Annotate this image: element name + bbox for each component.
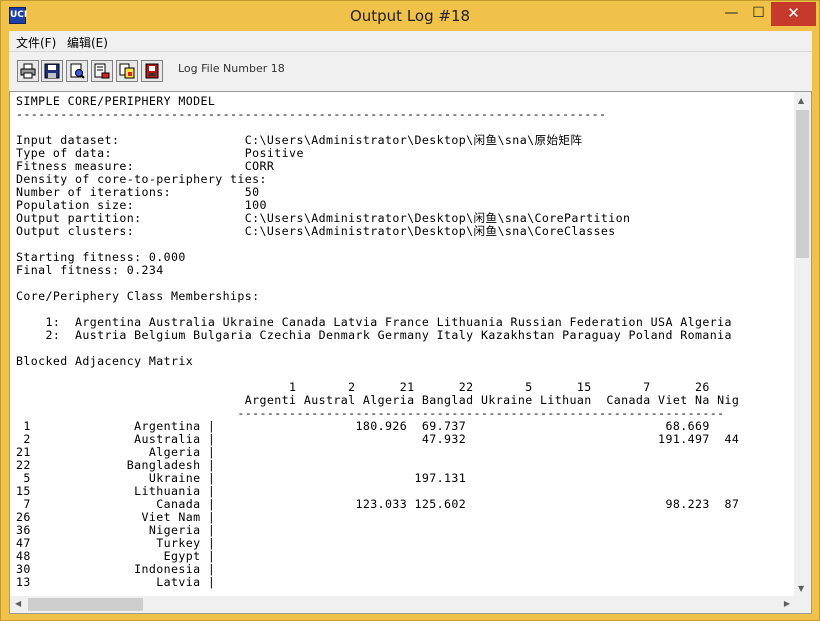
vertical-scrollbar[interactable]: ▲ ▼	[794, 92, 811, 597]
horizontal-scrollbar[interactable]: ◀ ▶	[10, 596, 795, 613]
log-file-number-label: Log File Number 18	[178, 62, 285, 75]
log-line: 2: Austria Belgium Bulgaria Czechia Denm…	[16, 328, 732, 342]
log-line: 13 Latvia |	[16, 575, 216, 589]
output-log-window: UCI Output Log #18 — ☐ ✕ 文件(F) 编辑(E) Log…	[0, 0, 820, 621]
print-button[interactable]	[17, 60, 39, 82]
log-text[interactable]: SIMPLE CORE/PERIPHERY MODEL -------------…	[16, 95, 792, 592]
exit-button[interactable]	[141, 60, 163, 82]
menu-bar: 文件(F) 编辑(E)	[9, 31, 812, 51]
copy-button[interactable]	[116, 60, 138, 82]
menu-edit[interactable]: 编辑(E)	[67, 34, 108, 51]
print-icon	[20, 63, 36, 79]
vertical-scroll-thumb[interactable]	[796, 110, 809, 258]
save-icon	[44, 63, 60, 79]
menu-file[interactable]: 文件(F)	[16, 34, 56, 51]
horizontal-scroll-thumb[interactable]	[28, 598, 143, 611]
minimize-button[interactable]: —	[718, 2, 745, 26]
export-button[interactable]	[91, 60, 113, 82]
log-line: Blocked Adjacency Matrix	[16, 354, 194, 368]
toolbar: Log File Number 18	[9, 51, 812, 91]
scroll-right-arrow-icon[interactable]: ▶	[784, 599, 790, 608]
exit-icon	[145, 63, 159, 79]
scroll-left-arrow-icon[interactable]: ◀	[15, 599, 21, 608]
find-icon	[70, 63, 85, 79]
save-button[interactable]	[41, 60, 63, 82]
log-line: Core/Periphery Class Memberships:	[16, 289, 260, 303]
scroll-down-arrow-icon[interactable]: ▼	[798, 584, 804, 593]
scroll-up-arrow-icon[interactable]: ▲	[798, 96, 804, 105]
log-line: Output clusters: C:\Users\Administrator\…	[16, 224, 616, 238]
export-icon	[94, 63, 110, 79]
scrollbar-corner	[794, 596, 811, 613]
close-button[interactable]: ✕	[771, 2, 816, 26]
log-line: ----------------------------------------…	[16, 107, 607, 121]
copy-icon	[119, 63, 135, 79]
title-bar[interactable]: UCI Output Log #18 — ☐ ✕	[1, 1, 819, 31]
window-title: Output Log #18	[349, 7, 471, 25]
maximize-button[interactable]: ☐	[745, 2, 772, 26]
find-button[interactable]	[66, 60, 88, 82]
log-line: Final fitness: 0.234	[16, 263, 164, 277]
log-output-area[interactable]: SIMPLE CORE/PERIPHERY MODEL -------------…	[9, 91, 812, 614]
